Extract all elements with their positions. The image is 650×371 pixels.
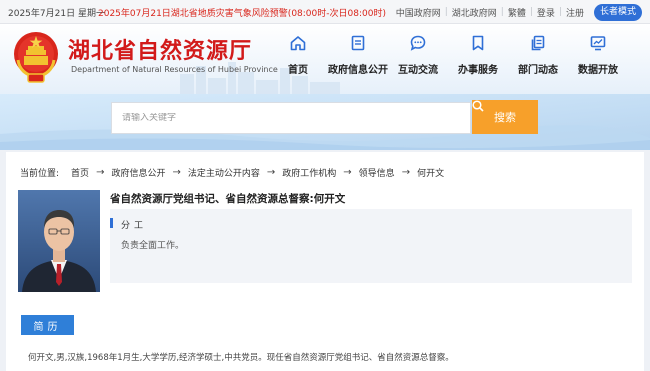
- elder-mode-button[interactable]: 长者模式: [593, 3, 642, 21]
- breadcrumb-item[interactable]: 政府信息公开: [111, 166, 165, 179]
- current-date: 2025年7月21日 星期一: [8, 9, 105, 19]
- top-utility-bar: 2025年7月21日 星期一 2025年07月21日湖北省地质灾害气象风险预警(…: [0, 0, 650, 24]
- tab-resume[interactable]: 简历: [21, 315, 74, 335]
- breadcrumb-item[interactable]: 政府工作机构: [282, 166, 336, 179]
- arrow-icon: →: [401, 167, 411, 178]
- breadcrumb-item[interactable]: 法定主动公开内容: [188, 166, 260, 179]
- link-register[interactable]: 注册: [566, 6, 584, 19]
- portrait-image: [18, 190, 100, 292]
- search-box[interactable]: [111, 102, 471, 134]
- duty-label: 分工: [121, 221, 148, 231]
- files-icon: [531, 35, 545, 51]
- nav-label: 互动交流: [398, 65, 438, 76]
- link-login[interactable]: 登录: [537, 6, 555, 19]
- breadcrumb-item-current[interactable]: 何开文: [417, 166, 444, 179]
- top-links: 中国政府网 | 湖北政府网 | 繁體 | 登录 | 注册 长者模式: [396, 3, 642, 21]
- search-input[interactable]: [122, 113, 470, 123]
- nav-item-home[interactable]: 首页: [268, 34, 328, 76]
- bookmark-icon: [472, 35, 484, 51]
- duty-text: 负责全面工作。: [121, 241, 185, 251]
- divider: |: [529, 7, 533, 17]
- search-button-label: 搜索: [494, 111, 516, 124]
- breadcrumb-item[interactable]: 首页: [71, 166, 89, 179]
- search-icon: [472, 100, 484, 112]
- site-title[interactable]: 湖北省自然资源厅: [68, 33, 252, 65]
- monitor-icon: [590, 36, 606, 51]
- arrow-icon: →: [172, 167, 181, 178]
- nav-item-open-data[interactable]: 数据开放: [568, 34, 628, 76]
- nav-item-gov-info[interactable]: 政府信息公开: [328, 34, 388, 76]
- chat-icon: [410, 35, 426, 51]
- nav-label: 数据开放: [578, 65, 618, 76]
- main-nav: 首页 政府信息公开 互动交流 办事服务 部门动态 数据开放: [268, 34, 628, 76]
- divider: |: [558, 7, 562, 17]
- breadcrumb-item[interactable]: 领导信息: [359, 166, 395, 179]
- site-subtitle: Department of Natural Resources of Hubei…: [71, 65, 278, 74]
- nav-item-news[interactable]: 部门动态: [508, 34, 568, 76]
- search-button[interactable]: 搜索: [472, 100, 538, 134]
- content-card: 当前位置: 首页 → 政府信息公开 → 法定主动公开内容 → 政府工作机构 → …: [6, 152, 644, 371]
- arrow-icon: →: [96, 167, 105, 178]
- national-emblem-icon: [14, 32, 58, 83]
- geohazard-alert-link[interactable]: 2025年07月21日湖北省地质灾害气象风险预警(08:00时-次日08:00时…: [98, 6, 386, 19]
- link-china-gov[interactable]: 中国政府网: [396, 6, 441, 19]
- breadcrumb-prefix: 当前位置:: [20, 169, 60, 179]
- resume-text: 何开文,男,汉族,1968年1月生,大学学历,经济学硕士,中共党员。现任省自然资…: [28, 353, 454, 363]
- arrow-icon: →: [266, 167, 276, 178]
- link-hubei-gov[interactable]: 湖北政府网: [452, 6, 497, 19]
- nav-label: 政府信息公开: [328, 65, 388, 76]
- link-traditional-chinese[interactable]: 繁體: [508, 6, 526, 19]
- breadcrumb: 当前位置: 首页 → 政府信息公开 → 法定主动公开内容 → 政府工作机构 → …: [20, 166, 444, 179]
- leader-portrait: [18, 190, 100, 292]
- arrow-icon: →: [343, 167, 352, 178]
- document-icon: [351, 35, 365, 51]
- nav-label: 部门动态: [518, 65, 558, 76]
- accent-bar: [110, 218, 113, 228]
- search-banner: 搜索: [0, 94, 650, 150]
- leader-title: 省自然资源厅党组书记、省自然资源总督察:何开文: [110, 193, 346, 205]
- nav-item-interaction[interactable]: 互动交流: [388, 34, 448, 76]
- divider: |: [500, 7, 504, 17]
- site-header: 湖北省自然资源厅 Department of Natural Resources…: [0, 24, 650, 94]
- home-icon: [290, 36, 306, 51]
- duty-panel: 分工 负责全面工作。: [110, 209, 632, 283]
- nav-label: 首页: [288, 65, 308, 76]
- nav-label: 办事服务: [458, 65, 498, 76]
- nav-item-services[interactable]: 办事服务: [448, 34, 508, 76]
- divider: |: [444, 7, 448, 17]
